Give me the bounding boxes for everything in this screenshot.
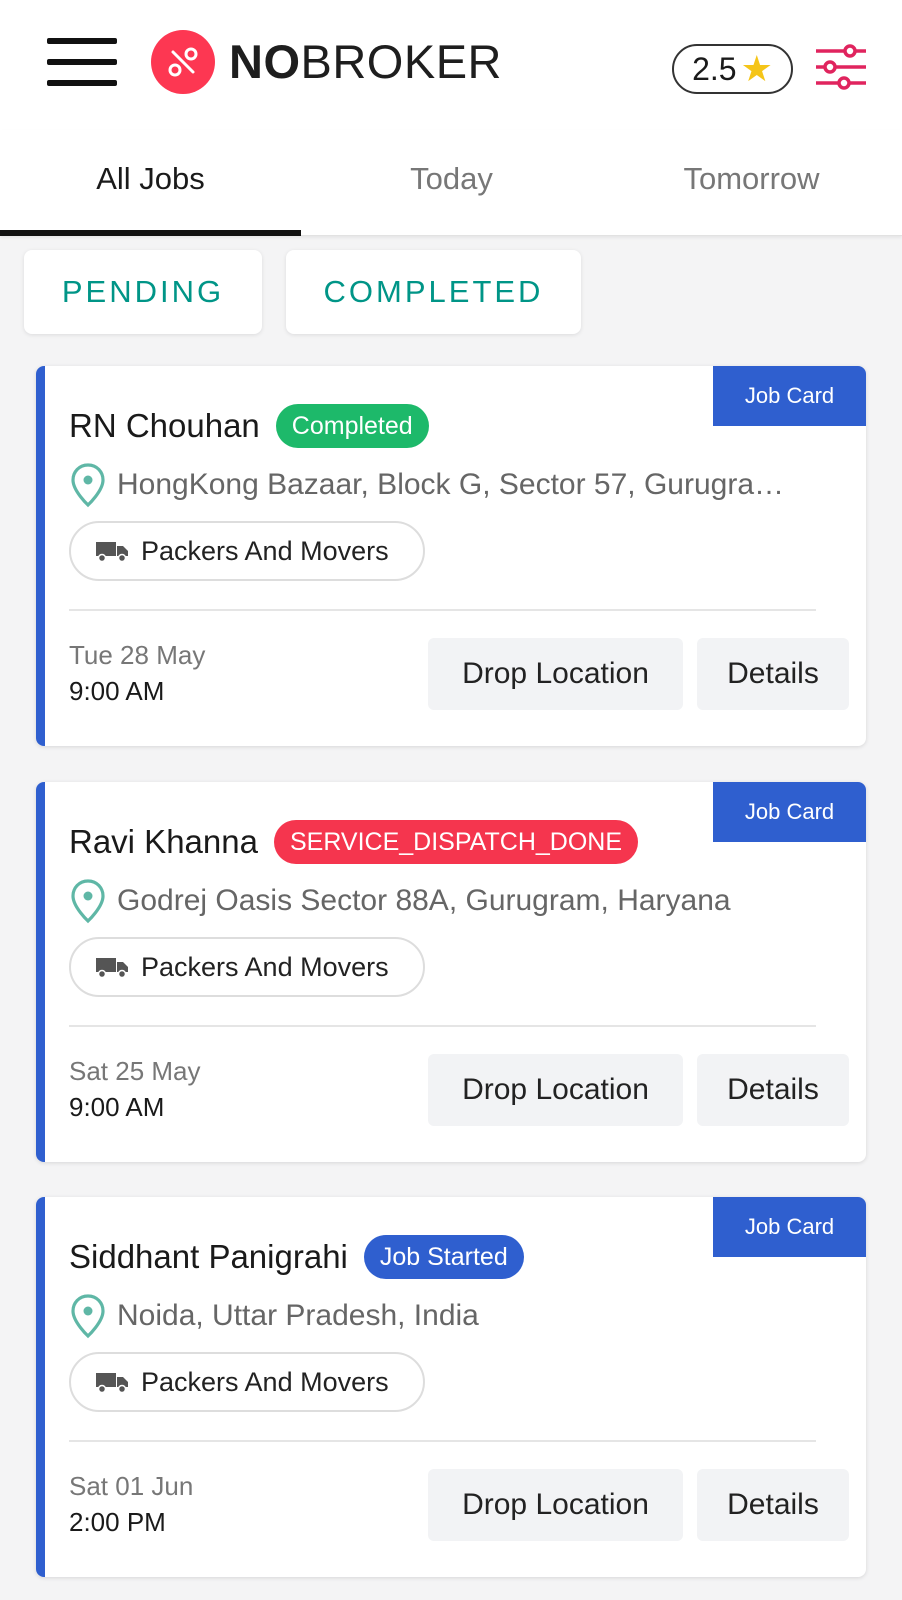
job-time: 2:00 PM [69,1507,166,1537]
address-row: HongKong Bazaar, Block G, Sector 57, Gur… [69,460,829,510]
pending-filter-button[interactable]: PENDING [24,250,262,334]
tab-today[interactable]: Today [301,130,602,236]
job-card-button[interactable]: Job Card [713,1197,866,1257]
service-tag: Packers And Movers [69,521,425,581]
tab-tomorrow[interactable]: Tomorrow [601,130,902,236]
location-pin-icon [71,463,105,508]
name-row: RN Chouhan Completed [69,400,429,452]
job-time: 9:00 AM [69,1092,165,1122]
star-icon: ★ [740,48,773,89]
customer-name: Ravi Khanna [69,823,258,860]
divider [69,1440,816,1442]
hamburger-menu-icon[interactable] [47,38,117,88]
job-card[interactable]: Job Card RN Chouhan Completed HongKong B… [36,366,866,746]
active-tab-indicator [0,230,301,236]
drop-location-button[interactable]: Drop Location [428,638,683,710]
service-tag: Packers And Movers [69,1352,425,1412]
address-text: HongKong Bazaar, Block G, Sector 57, Gur… [117,468,785,501]
tab-all-jobs[interactable]: All Jobs [0,130,301,236]
name-row: Siddhant Panigrahi Job Started [69,1231,524,1283]
job-date: Sat 01 Jun [69,1471,194,1501]
status-badge: SERVICE_DISPATCH_DONE [273,820,638,864]
customer-name: Siddhant Panigrahi [69,1238,348,1275]
address-row: Noida, Uttar Pradesh, India [69,1291,829,1341]
details-button[interactable]: Details [697,1054,849,1126]
location-pin-icon [71,879,105,924]
address-text: Noida, Uttar Pradesh, India [117,1299,479,1332]
drop-location-button[interactable]: Drop Location [428,1469,683,1541]
rating-value: 2.5 [692,50,737,87]
address-text: Godrej Oasis Sector 88A, Gurugram, Harya… [117,884,731,917]
app-header: NOBROKER 2.5 ★ [0,0,902,130]
truck-icon [96,1373,128,1393]
job-card[interactable]: Job Card Ravi Khanna SERVICE_DISPATCH_DO… [36,782,866,1162]
job-card-button[interactable]: Job Card [713,782,866,842]
divider [69,609,816,611]
details-button[interactable]: Details [697,1469,849,1541]
details-button[interactable]: Details [697,638,849,710]
drop-location-button[interactable]: Drop Location [428,1054,683,1126]
truck-icon [96,542,128,562]
divider [69,1025,816,1027]
service-label: Packers And Movers [141,1366,389,1397]
card-accent-bar [36,782,45,1162]
sliders-filter-icon[interactable] [814,42,868,92]
truck-icon [96,958,128,978]
status-badge: Completed [275,404,429,448]
tab-bar: All Jobs Today Tomorrow [0,130,902,236]
service-tag: Packers And Movers [69,937,425,997]
service-label: Packers And Movers [141,535,389,566]
card-accent-bar [36,1197,45,1577]
completed-filter-button[interactable]: COMPLETED [286,250,581,334]
job-date: Sat 25 May [69,1056,201,1086]
job-time: 9:00 AM [69,676,165,706]
job-card[interactable]: Job Card Siddhant Panigrahi Job Started … [36,1197,866,1577]
nobroker-logo-icon [151,30,215,94]
service-label: Packers And Movers [141,951,389,982]
job-card-button[interactable]: Job Card [713,366,866,426]
brand-wordmark: NOBROKER [229,35,502,88]
name-row: Ravi Khanna SERVICE_DISPATCH_DONE [69,816,638,868]
status-badge: Job Started [363,1235,524,1279]
card-accent-bar [36,366,45,746]
customer-name: RN Chouhan [69,407,260,444]
rating-badge[interactable]: 2.5 ★ [672,44,793,94]
job-date: Tue 28 May [69,640,206,670]
location-pin-icon [71,1294,105,1339]
address-row: Godrej Oasis Sector 88A, Gurugram, Harya… [69,876,829,926]
